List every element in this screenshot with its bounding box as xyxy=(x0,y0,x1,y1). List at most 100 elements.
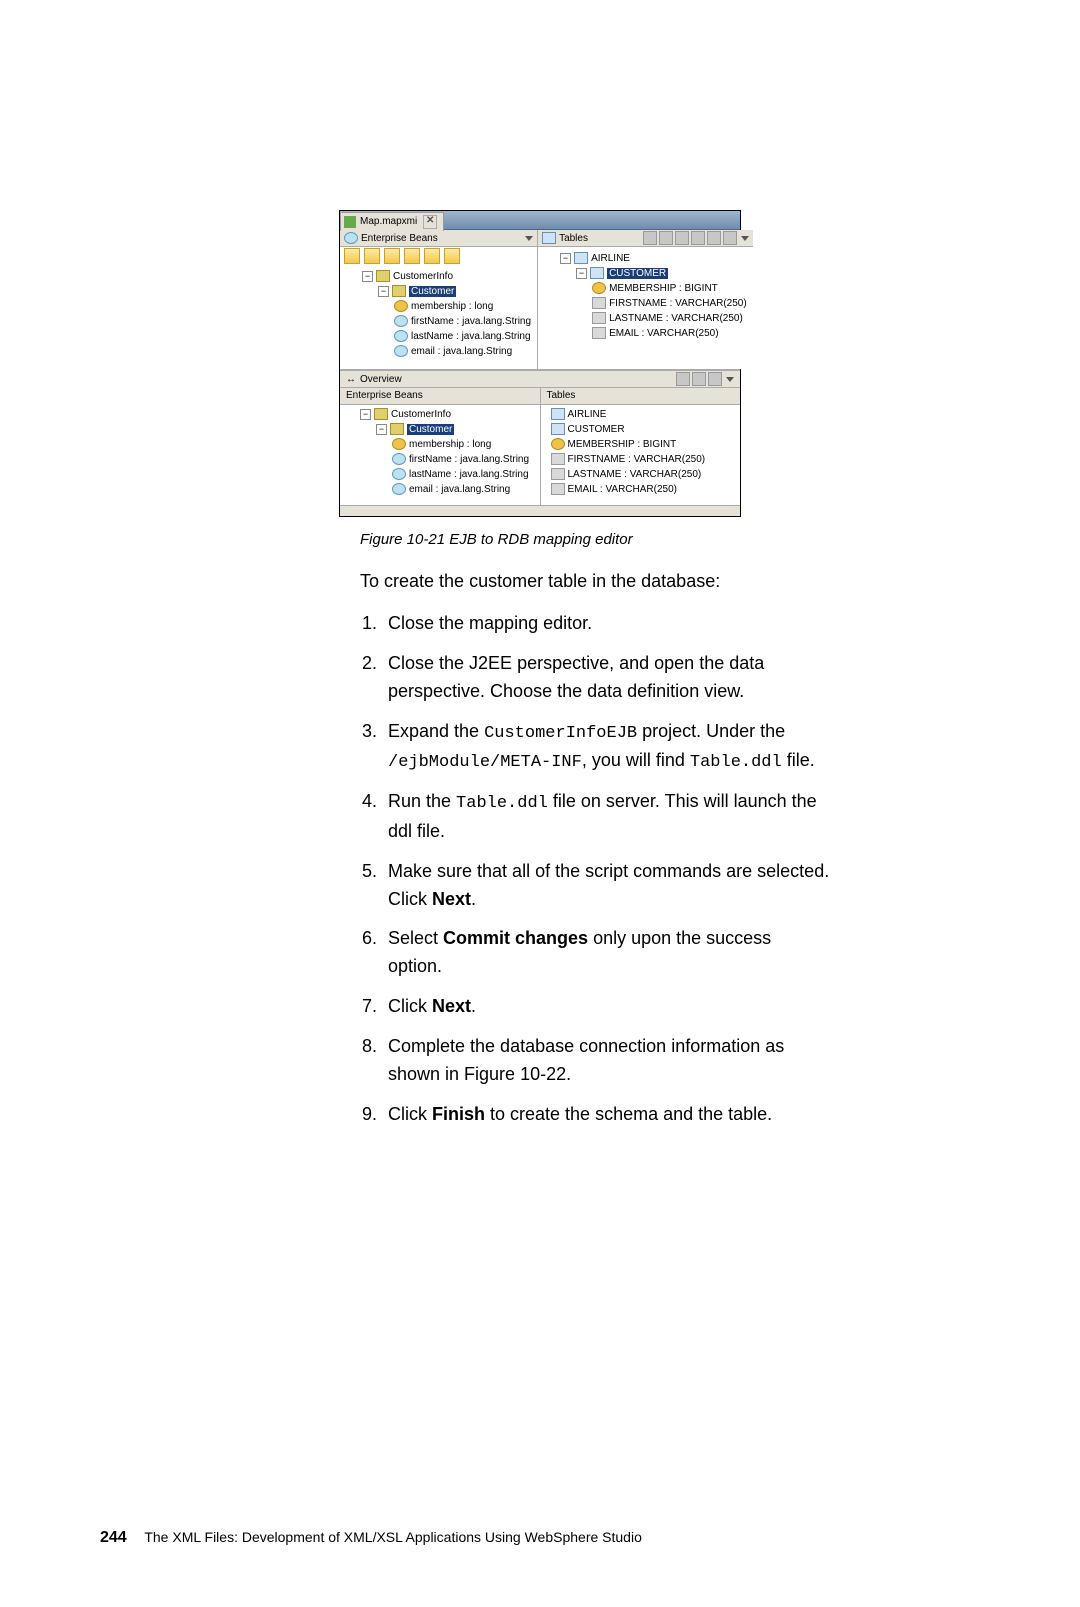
step-item: Click Next. xyxy=(382,993,830,1021)
step-item: Click Finish to create the schema and th… xyxy=(382,1101,830,1129)
tree-leaf[interactable]: lastName : java.lang.String xyxy=(409,469,529,480)
code-text: Table.ddl xyxy=(456,794,548,813)
ui-label: Commit changes xyxy=(443,928,588,948)
map-file-icon xyxy=(344,216,356,228)
mapping-editor-window: Map.mapxmi ✕ Enterprise Beans xyxy=(339,210,741,517)
pane-header-label: Tables xyxy=(559,233,588,244)
tree-leaf[interactable]: MEMBERSHIP : BIGINT xyxy=(568,439,677,450)
step-item: Close the mapping editor. xyxy=(382,610,830,638)
column-icon xyxy=(551,453,565,465)
figure-caption: Figure 10-21 EJB to RDB mapping editor xyxy=(360,531,980,548)
tree-leaf[interactable]: email : java.lang.String xyxy=(409,484,510,495)
tree-node-selected[interactable]: CUSTOMER xyxy=(607,268,668,279)
tree-leaf[interactable]: membership : long xyxy=(409,439,491,450)
tree-node[interactable]: CustomerInfo xyxy=(393,271,453,282)
pane-header-label: Enterprise Beans xyxy=(361,233,438,244)
key-field-icon xyxy=(392,438,406,450)
overview-label: Overview xyxy=(360,374,402,385)
collapse-icon[interactable]: − xyxy=(378,286,389,297)
collapse-icon[interactable]: − xyxy=(376,424,387,435)
overview-left-tree[interactable]: −CustomerInfo −Customer membership : lon… xyxy=(340,405,541,505)
overview-columns-header: Enterprise Beans Tables xyxy=(340,388,740,405)
tree-leaf[interactable]: membership : long xyxy=(411,301,493,312)
step-item: Make sure that all of the script command… xyxy=(382,858,830,914)
overview-right-tree[interactable]: AIRLINE CUSTOMER MEMBERSHIP : BIGINT FIR… xyxy=(541,405,741,505)
tree-node[interactable]: CUSTOMER xyxy=(568,424,625,435)
column-icon xyxy=(592,297,606,309)
tree-leaf[interactable]: firstName : java.lang.String xyxy=(409,454,529,465)
tree-node[interactable]: CustomerInfo xyxy=(391,409,451,420)
toolbar-icon[interactable] xyxy=(723,231,737,245)
module-icon xyxy=(374,408,388,420)
db-icon xyxy=(542,232,556,244)
toolbar-icon[interactable] xyxy=(707,231,721,245)
toolbar-icon[interactable] xyxy=(708,372,722,386)
column-icon xyxy=(551,483,565,495)
code-text: /ejbModule/META-INF xyxy=(388,753,582,772)
tree-leaf[interactable]: LASTNAME : VARCHAR(250) xyxy=(568,469,702,480)
pane-header-left: Enterprise Beans xyxy=(340,230,537,247)
toolbar-icon[interactable] xyxy=(692,372,706,386)
key-field-icon xyxy=(394,300,408,312)
chevron-down-icon[interactable] xyxy=(726,377,734,382)
step-item: Run the Table.ddl file on server. This w… xyxy=(382,788,830,845)
table-icon xyxy=(551,423,565,435)
step-item: Complete the database connection informa… xyxy=(382,1033,830,1089)
toolbar-icon[interactable] xyxy=(424,248,440,264)
close-icon[interactable]: ✕ xyxy=(423,215,437,229)
tree-node[interactable]: AIRLINE xyxy=(568,409,607,420)
tree-node[interactable]: AIRLINE xyxy=(591,253,630,264)
collapse-icon[interactable]: − xyxy=(360,409,371,420)
field-icon xyxy=(394,345,408,357)
field-icon xyxy=(394,315,408,327)
code-text: CustomerInfoEJB xyxy=(484,724,637,743)
collapse-icon[interactable]: − xyxy=(560,253,571,264)
column-icon xyxy=(592,327,606,339)
toolbar-icon[interactable] xyxy=(675,231,689,245)
pk-column-icon xyxy=(592,282,606,294)
tree-leaf[interactable]: lastName : java.lang.String xyxy=(411,331,531,342)
chevron-down-icon[interactable] xyxy=(741,236,749,241)
page-number: 244 xyxy=(100,1529,127,1546)
tree-leaf[interactable]: FIRSTNAME : VARCHAR(250) xyxy=(609,298,747,309)
editor-tab-strip: Map.mapxmi ✕ xyxy=(340,211,740,230)
tree-leaf[interactable]: firstName : java.lang.String xyxy=(411,316,531,327)
editor-tab[interactable]: Map.mapxmi ✕ xyxy=(340,212,444,231)
toolbar-icon[interactable] xyxy=(691,231,705,245)
toolbar-icon[interactable] xyxy=(659,231,673,245)
overview-arrow-icon: ↔ xyxy=(346,374,356,385)
intro-text: To create the customer table in the data… xyxy=(360,568,825,594)
schema-icon xyxy=(551,408,565,420)
editor-tab-label: Map.mapxmi xyxy=(360,216,417,227)
tree-node-selected[interactable]: Customer xyxy=(407,424,454,435)
beans-tree[interactable]: −CustomerInfo −Customer membership : lon… xyxy=(340,265,537,369)
tree-leaf[interactable]: email : java.lang.String xyxy=(411,346,512,357)
tree-leaf[interactable]: EMAIL : VARCHAR(250) xyxy=(568,484,677,495)
toolbar-icon[interactable] xyxy=(444,248,460,264)
tree-node-selected[interactable]: Customer xyxy=(409,286,456,297)
tree-leaf[interactable]: FIRSTNAME : VARCHAR(250) xyxy=(568,454,706,465)
step-item: Close the J2EE perspective, and open the… xyxy=(382,650,830,706)
toolbar-icon[interactable] xyxy=(676,372,690,386)
field-icon xyxy=(392,483,406,495)
toolbar-icon[interactable] xyxy=(384,248,400,264)
steps-list: Close the mapping editor. Close the J2EE… xyxy=(360,610,830,1129)
field-icon xyxy=(392,468,406,480)
tree-leaf[interactable]: MEMBERSHIP : BIGINT xyxy=(609,283,718,294)
column-icon xyxy=(551,468,565,480)
field-icon xyxy=(392,453,406,465)
toolbar-icon[interactable] xyxy=(364,248,380,264)
toolbar-icon[interactable] xyxy=(344,248,360,264)
toolbar-icon[interactable] xyxy=(643,231,657,245)
entity-icon xyxy=(390,423,404,435)
ui-label: Next xyxy=(432,996,471,1016)
pane-header-right: Tables xyxy=(538,230,753,247)
tree-leaf[interactable]: LASTNAME : VARCHAR(250) xyxy=(609,313,743,324)
table-icon xyxy=(590,267,604,279)
collapse-icon[interactable]: − xyxy=(576,268,587,279)
tables-tree[interactable]: −AIRLINE −CUSTOMER MEMBERSHIP : BIGINT F… xyxy=(538,247,753,351)
toolbar-icon[interactable] xyxy=(404,248,420,264)
chevron-down-icon[interactable] xyxy=(525,236,533,241)
tree-leaf[interactable]: EMAIL : VARCHAR(250) xyxy=(609,328,718,339)
collapse-icon[interactable]: − xyxy=(362,271,373,282)
